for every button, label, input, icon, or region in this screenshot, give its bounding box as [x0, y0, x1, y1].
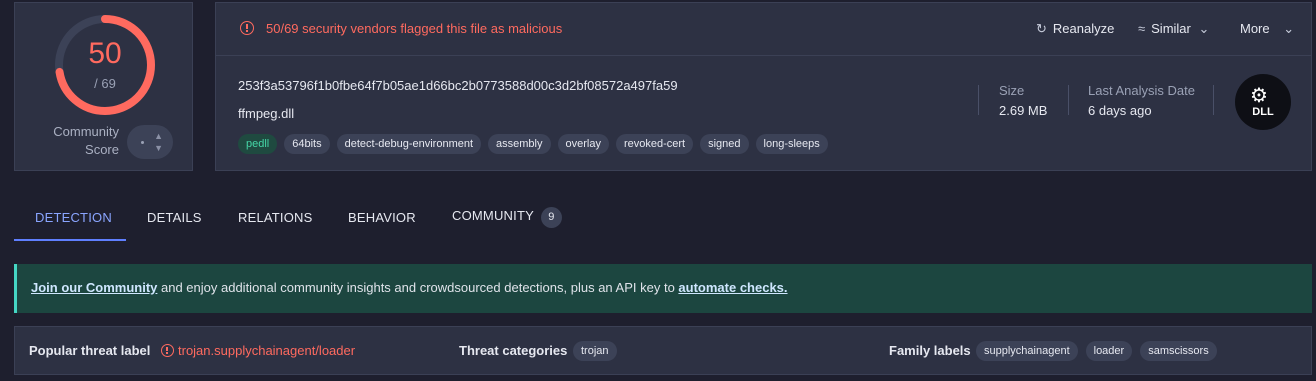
tab-behavior[interactable]: BEHAVIOR — [348, 210, 416, 225]
report-tabs: DETECTION DETAILS RELATIONS BEHAVIOR COM… — [14, 196, 1316, 242]
warning-icon — [161, 344, 174, 357]
detection-count: 50 — [88, 37, 122, 70]
threat-summary: Popular threat label trojan.supplychaina… — [14, 326, 1312, 375]
community-vote-control[interactable]: ▲ ▼ — [127, 125, 173, 159]
file-type-text: DLL — [1252, 106, 1274, 118]
similar-label: Similar — [1151, 21, 1191, 36]
size-value: 2.69 MB — [999, 103, 1048, 118]
tab-community-label: COMMUNITY — [452, 208, 534, 223]
divider — [1213, 85, 1214, 115]
last-analysis-label: Last Analysis Date — [1088, 83, 1195, 98]
divider — [978, 85, 979, 115]
last-analysis-value: 6 days ago — [1088, 103, 1152, 118]
tag-pedll[interactable]: pedll — [238, 134, 278, 154]
tag-revoked-cert[interactable]: revoked-cert — [615, 134, 694, 154]
refresh-icon: ↻ — [1036, 21, 1047, 36]
tag-detect-debug-environment[interactable]: detect-debug-environment — [336, 134, 482, 154]
community-banner: Join our Community and enjoy additional … — [14, 264, 1312, 313]
popular-threat-value[interactable]: trojan.supplychainagent/loader — [178, 343, 355, 358]
file-summary-card: 50/69 security vendors flagged this file… — [215, 2, 1312, 171]
vote-down-icon[interactable]: ▼ — [154, 143, 163, 153]
vote-dot-icon — [141, 141, 144, 144]
tag-trojan[interactable]: trojan — [573, 341, 617, 361]
family-labels-label: Family labels — [889, 343, 971, 358]
vote-up-icon[interactable]: ▲ — [154, 131, 163, 141]
malicious-banner: 50/69 security vendors flagged this file… — [216, 3, 1311, 56]
tab-community[interactable]: COMMUNITY 9 — [452, 207, 562, 228]
tab-relations[interactable]: RELATIONS — [238, 210, 313, 225]
threat-categories-label: Threat categories — [459, 343, 568, 358]
tag-overlay[interactable]: overlay — [557, 134, 609, 154]
tag-signed[interactable]: signed — [700, 134, 749, 154]
detection-score-card: 50 / 69 Community Score ▲ ▼ — [14, 2, 193, 171]
join-community-link[interactable]: Join our Community — [31, 280, 157, 295]
community-count-badge: 9 — [540, 207, 562, 228]
reanalyze-label: Reanalyze — [1052, 21, 1115, 36]
tag-samscissors[interactable]: samscissors — [1140, 341, 1217, 361]
file-hash[interactable]: 253f3a53796f1b0fbe64f7b05ae1d66bc2b07735… — [238, 78, 678, 93]
file-tags: pedll 64bits detect-debug-environment assem… — [238, 134, 828, 154]
tag-supplychainagent[interactable]: supplychainagent — [976, 341, 1078, 361]
alert-circle-icon — [240, 21, 254, 35]
similar-icon: ≈ — [1138, 21, 1146, 36]
tag-64bits[interactable]: 64bits — [284, 134, 330, 154]
family-labels: supplychainagent loader samscissors — [976, 341, 1217, 361]
tab-detection[interactable]: DETECTION — [35, 210, 112, 225]
popular-threat-label: Popular threat label — [29, 343, 151, 358]
tab-details[interactable]: DETAILS — [147, 210, 202, 225]
gear-icon: ⚙ — [1250, 85, 1268, 107]
tag-assembly[interactable]: assembly — [488, 134, 551, 154]
chevron-down-icon: ⌄ — [1283, 21, 1295, 36]
similar-button[interactable]: ≈ Similar ⌄ — [1138, 21, 1209, 37]
community-banner-text: Join our Community and enjoy additional … — [31, 280, 788, 295]
chevron-down-icon: ⌄ — [1198, 21, 1210, 36]
community-score-label: Community Score — [53, 124, 119, 157]
tag-long-sleeps[interactable]: long-sleeps — [755, 134, 828, 154]
malicious-alert-text: 50/69 security vendors flagged this file… — [266, 21, 563, 36]
community-banner-middle: and enjoy additional community insights … — [157, 280, 679, 295]
automate-checks-link[interactable]: automate checks. — [678, 280, 787, 295]
reanalyze-button[interactable]: ↻ Reanalyze — [1036, 21, 1114, 37]
threat-categories: trojan — [573, 341, 617, 361]
size-label: Size — [999, 83, 1025, 98]
tag-loader[interactable]: loader — [1085, 341, 1133, 361]
more-button[interactable]: More ⌄ — [1240, 21, 1294, 37]
more-label: More — [1240, 21, 1270, 36]
total-engines: / 69 — [94, 76, 116, 91]
file-name: ffmpeg.dll — [238, 106, 295, 121]
file-type-badge: ⚙ DLL — [1235, 74, 1291, 130]
divider — [1068, 85, 1069, 115]
active-tab-indicator — [14, 239, 126, 241]
